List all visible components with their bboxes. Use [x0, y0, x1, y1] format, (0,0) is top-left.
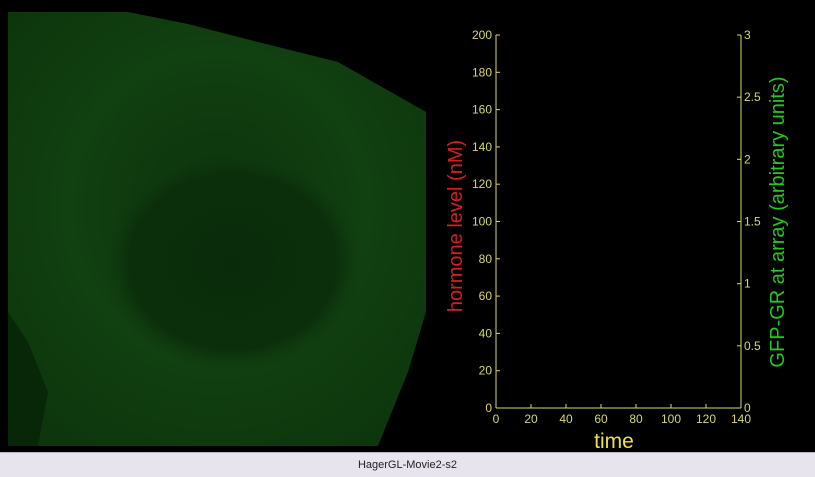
y-left-tick-label: 0: [485, 401, 492, 415]
y-left-tick-label: 20: [479, 364, 493, 378]
x-tick-label: 40: [559, 412, 573, 426]
x-tick-label: 140: [731, 412, 751, 426]
x-tick-label: 100: [661, 412, 681, 426]
right-y-axis: 00.511.522.53: [737, 28, 761, 415]
y-left-tick-label: 160: [472, 103, 492, 117]
dual-axis-chart: 0 20 40 60 80 100 120 140 160 180 200 0 0.5 1 1.5 2 2.5…: [445, 28, 789, 452]
x-tick-label: 20: [524, 412, 538, 426]
x-tick-label: 0: [493, 412, 500, 426]
y-left-tick-label: 100: [472, 215, 492, 229]
y-right-tick-label: 0.5: [744, 339, 761, 353]
y-left-tick-label: 120: [472, 177, 492, 191]
y-left-tick-label: 180: [472, 65, 492, 79]
y-right-tick-label: 1.5: [744, 215, 761, 229]
video-caption-bar: HagerGL-Movie2-s2: [0, 452, 815, 477]
y-left-tick-label: 40: [479, 326, 493, 340]
y-left-tick-label: 60: [479, 289, 493, 303]
x-axis: 0 20 40 60 80 100 120 140: [493, 404, 751, 426]
y-right-tick-label: 2.5: [744, 90, 761, 104]
x-tick-label: 60: [594, 412, 608, 426]
y-left-tick-label: 80: [479, 252, 493, 266]
video-title: HagerGL-Movie2-s2: [357, 459, 458, 471]
y-right-tick-label: 1: [744, 277, 751, 291]
y-right-tick-label: 2: [744, 152, 751, 166]
x-axis-label: time: [594, 430, 634, 452]
y-right-tick-label: 3: [744, 28, 751, 42]
x-tick-label: 80: [629, 412, 643, 426]
y-axis-right-label: GFP-GR at array (arbitrary units): [767, 76, 789, 367]
y-left-tick-label: 140: [472, 140, 492, 154]
left-y-axis: 0 20 40 60 80 100 120 140 160 180 200: [472, 28, 500, 415]
y-left-tick-label: 200: [472, 28, 492, 42]
x-tick-label: 120: [696, 412, 716, 426]
y-axis-left-label: hormone level (nM): [445, 140, 467, 312]
video-frame: 0 20 40 60 80 100 120 140 160 180 200 0 0.5 1 1.5 2 2.5…: [0, 0, 815, 452]
